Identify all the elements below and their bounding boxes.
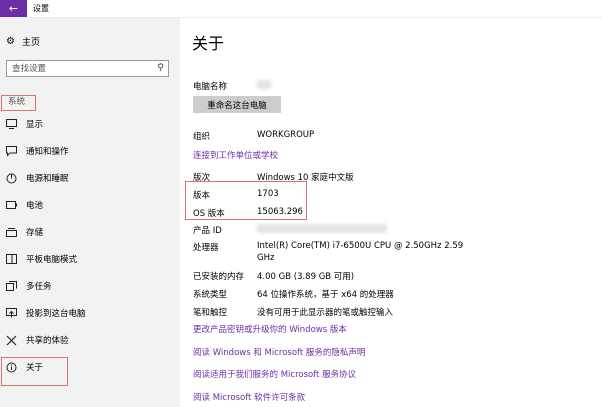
sidebar-item-tablet[interactable]: 平板电脑模式 — [6, 252, 77, 266]
back-button[interactable]: ← — [0, 0, 27, 17]
system-type-label: 系统类型 — [193, 290, 228, 300]
ram-value: 4.00 GB (3.89 GB 可用) — [257, 272, 355, 282]
sidebar-item-label: 多任务 — [26, 282, 52, 292]
processor-value-line2: GHz — [257, 253, 275, 263]
sidebar-item-label: 电源和睡眠 — [26, 174, 69, 184]
sidebar-item-label: 投影到这台电脑 — [26, 309, 86, 319]
sidebar-item-label: 存储 — [26, 228, 44, 238]
sidebar-item-storage[interactable]: 存储 — [6, 225, 43, 239]
pc-name-label: 电脑名称 — [193, 82, 228, 92]
sidebar-home[interactable]: ⚙ 主页 — [6, 34, 40, 48]
connect-work-school-link[interactable]: 连接到工作单位或学校 — [193, 149, 278, 161]
power-icon — [6, 173, 17, 184]
os-build-value: 15063.296 — [257, 207, 303, 217]
battery-icon — [6, 200, 17, 211]
sidebar-item-label: 电池 — [26, 201, 44, 211]
share-icon — [6, 335, 17, 346]
processor-label: 处理器 — [193, 243, 219, 253]
sidebar-item-label: 关于 — [26, 363, 44, 373]
sidebar-item-label: 显示 — [26, 120, 44, 130]
org-label: 组织 — [193, 132, 211, 142]
pen-touch-label: 笔和触控 — [193, 308, 228, 318]
sidebar-item-notifications[interactable]: 通知和操作 — [6, 144, 69, 158]
display-icon — [6, 119, 17, 130]
version-label: 版本 — [193, 191, 211, 201]
tablet-icon — [6, 254, 17, 265]
sidebar-item-label: 平板电脑模式 — [26, 255, 78, 265]
sidebar: ⚙ 主页 ⚲ 系统 显示 通知和操作 电源和睡眠 电池 存储 — [0, 18, 180, 407]
window-title: 设置 — [33, 4, 49, 13]
processor-value-line1: Intel(R) Core(TM) i7-6500U CPU @ 2.50GHz… — [257, 241, 464, 251]
product-id-label: 产品 ID — [193, 226, 222, 236]
section-label-system: 系统 — [1, 95, 36, 111]
sidebar-item-label: 通知和操作 — [26, 147, 69, 157]
sidebar-item-multitask[interactable]: 多任务 — [6, 279, 52, 293]
sidebar-item-about[interactable]: 关于 — [6, 360, 43, 374]
page-title: 关于 — [192, 34, 225, 53]
back-arrow-icon: ← — [8, 2, 19, 15]
storage-icon — [6, 227, 17, 238]
gear-icon: ⚙ — [6, 35, 15, 47]
info-icon — [6, 362, 17, 373]
sidebar-item-label: 共享的体验 — [26, 336, 69, 346]
sidebar-item-power[interactable]: 电源和睡眠 — [6, 171, 69, 185]
license-terms-link[interactable]: 阅读 Microsoft 软件许可条款 — [193, 391, 305, 403]
search-icon[interactable]: ⚲ — [157, 63, 164, 73]
product-id-redacted — [257, 224, 387, 233]
rename-pc-button[interactable]: 重命名这台电脑 — [193, 96, 281, 113]
pen-touch-value: 没有可用于此显示器的笔或触控输入 — [257, 308, 394, 318]
multitask-icon — [6, 281, 17, 292]
pc-name-redacted — [257, 80, 271, 89]
title-bar: ← 设置 — [0, 0, 602, 18]
version-value: 1703 — [257, 189, 279, 199]
project-icon — [6, 308, 17, 319]
os-build-label: OS 版本 — [193, 209, 225, 219]
notification-icon — [6, 146, 17, 157]
services-agreement-link[interactable]: 阅读适用于我们服务的 Microsoft 服务协议 — [193, 368, 356, 380]
main-content: 关于 电脑名称 重命名这台电脑 组织 WORKGROUP 连接到工作单位或学校 … — [180, 18, 602, 407]
system-type-value: 64 位操作系统，基于 x64 的处理器 — [257, 290, 394, 300]
sidebar-item-project[interactable]: 投影到这台电脑 — [6, 306, 86, 320]
search-input[interactable] — [7, 61, 152, 76]
search-box[interactable]: ⚲ — [6, 60, 169, 77]
home-label: 主页 — [21, 37, 40, 48]
sidebar-item-battery[interactable]: 电池 — [6, 198, 43, 212]
org-value: WORKGROUP — [257, 130, 315, 140]
sidebar-item-share[interactable]: 共享的体验 — [6, 333, 69, 347]
sidebar-item-display[interactable]: 显示 — [6, 117, 43, 131]
ram-label: 已安装的内存 — [193, 272, 245, 282]
change-product-key-link[interactable]: 更改产品密钥或升级你的 Windows 版本 — [193, 323, 347, 335]
privacy-statement-link[interactable]: 阅读 Windows 和 Microsoft 服务的隐私声明 — [193, 346, 365, 358]
